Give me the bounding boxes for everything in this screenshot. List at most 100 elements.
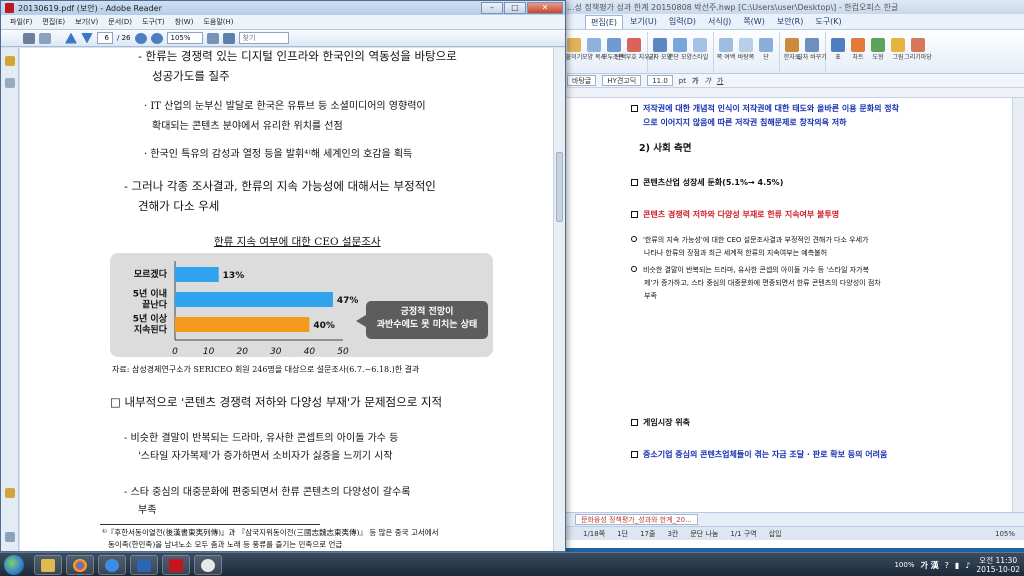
table-button[interactable]: 표 — [829, 32, 847, 61]
clock[interactable]: 오전 11:30 2015-10-02 — [976, 556, 1020, 574]
hwp-line-drama-1: 비슷한 결말이 반복되는 드라마, 유사한 콘셉의 아이돌 가수 등 '스타일 … — [631, 264, 999, 277]
zoom-out-icon[interactable] — [134, 32, 147, 44]
para-shape-icon — [673, 38, 687, 52]
zoom-status: 100% — [894, 561, 915, 569]
minimize-button[interactable]: – — [481, 2, 503, 14]
taskbar-acrobat[interactable] — [162, 555, 190, 575]
reader-menu-help[interactable]: 도움말(H) — [200, 17, 236, 27]
hancom-doc-tab[interactable]: 문화융성 정책평가_성과와 한계_20... — [575, 514, 698, 525]
status-break: 문단 나눔 — [690, 529, 719, 538]
category-label: 모르겠다 — [134, 268, 168, 280]
print-icon[interactable] — [23, 32, 35, 44]
reader-vertical-scrollbar[interactable] — [553, 48, 565, 551]
maximize-button[interactable]: □ — [504, 2, 526, 14]
drawing-button[interactable]: 그리기마당 — [904, 32, 932, 61]
find-input[interactable]: 찾기 — [238, 32, 289, 44]
reader-menu-edit[interactable]: 편집(E) — [39, 17, 68, 27]
fit-width-icon[interactable] — [222, 32, 235, 44]
attachment-icon[interactable] — [5, 532, 15, 542]
char-shape-button[interactable]: 글자 모양 — [648, 32, 672, 61]
taskbar-explorer[interactable] — [34, 555, 62, 575]
underline-button[interactable]: 가 — [717, 76, 723, 86]
reader-menu-view[interactable]: 보기(V) — [72, 17, 101, 27]
italic-button[interactable]: 가 — [704, 76, 710, 86]
fit-page-icon[interactable] — [206, 32, 219, 44]
hancom-zoom[interactable]: 105% — [995, 530, 1015, 538]
taskbar-messenger[interactable] — [194, 555, 222, 575]
taskbar-ie[interactable] — [98, 555, 126, 575]
para-shape-button[interactable]: 문단 모양 — [668, 32, 692, 61]
checkbox-bullet-icon — [631, 451, 638, 458]
hwp-line-1: 저작권에 대한 개념적 인식이 저작권에 대한 태도와 올바른 이용 문화의 정… — [631, 102, 999, 115]
style-icon — [693, 38, 707, 52]
hancom-menubar: 편집(E) 보기(U) 입력(D) 서식(J) 쪽(W) 보안(R) 도구(K) — [561, 14, 1024, 30]
checkbox-bullet-icon — [631, 419, 638, 426]
hancom-document[interactable]: 저작권에 대한 개념적 인식이 저작권에 대한 태도와 올바른 이용 문화의 정… — [561, 98, 1013, 512]
reader-menu-document[interactable]: 문서(D) — [105, 17, 135, 27]
chart-button[interactable]: 차트 — [849, 32, 867, 61]
checkbox-bullet-icon — [631, 211, 638, 218]
reader-menu-file[interactable]: 파일(F) — [7, 17, 35, 27]
pdf-line: - 한류는 경쟁력 있는 디지털 인프라와 한국인의 역동성을 바탕으로 — [138, 49, 457, 63]
comment-icon[interactable] — [5, 488, 15, 498]
format-copy-button[interactable]: 모양 복사 — [582, 32, 606, 61]
start-button[interactable] — [4, 555, 24, 575]
hancom-menu-edit[interactable]: 편집(E) — [585, 14, 624, 29]
status-section: 1/1 구역 — [730, 529, 757, 538]
pdf-line: - 그러나 각종 조사결과, 한류의 지속 가능성에 대해서는 부정적인 — [124, 179, 436, 193]
hwp-line-drama-3: 부족 — [644, 292, 657, 300]
hancom-status-bar: 1/18쪽 1단 17줄 3칸 문단 나눔 1/1 구역 삽입 105% — [561, 526, 1024, 540]
taskbar-chrome[interactable] — [66, 555, 94, 575]
close-button[interactable]: ✕ — [527, 2, 563, 14]
page-number-input[interactable]: 6 — [97, 32, 113, 44]
hancom-menu-tools[interactable]: 도구(K) — [810, 15, 846, 28]
shape-button[interactable]: 도형 — [869, 32, 887, 61]
hancom-menu-view[interactable]: 보기(U) — [625, 15, 662, 28]
network-icon[interactable]: ▮ — [955, 561, 959, 570]
style-button[interactable]: 스타일 — [691, 32, 709, 61]
paste-button[interactable]: 붙이기 — [565, 32, 583, 61]
hancom-format-bar: 바탕글 HY견고딕 11.0 pt 가 가 가 — [561, 74, 1024, 88]
zoom-in-icon[interactable] — [150, 32, 163, 44]
status-page: 1/18쪽 — [583, 529, 606, 538]
page-down-icon[interactable] — [81, 32, 93, 44]
email-icon[interactable] — [39, 32, 51, 44]
reader-menu-window[interactable]: 창(W) — [172, 17, 197, 27]
zoom-select[interactable]: 105% — [166, 32, 203, 44]
page-up-icon[interactable] — [65, 32, 77, 44]
master-page-icon — [739, 38, 753, 52]
scroll-thumb[interactable] — [556, 152, 563, 222]
hancom-vertical-scrollbar[interactable] — [1012, 98, 1024, 512]
margin-button[interactable]: 쪽 여백 — [717, 32, 735, 61]
hancom-menu-security[interactable]: 보안(R) — [772, 15, 809, 28]
bold-button[interactable]: 가 — [692, 76, 698, 86]
pdf-line: · IT 산업의 눈부신 발달로 한국은 유튜브 등 소셜미디어의 영향력이 — [144, 101, 426, 112]
pdf-page[interactable]: - 한류는 경쟁력 있는 디지털 인프라와 한국인의 역동성을 바탕으로 성공가… — [20, 48, 553, 551]
master-page-button[interactable]: 바탕쪽 — [737, 32, 755, 61]
lock-icon[interactable] — [5, 56, 15, 66]
hancom-menu-page[interactable]: 쪽(W) — [738, 15, 770, 28]
hwp-line-drama-2: 제'가 증가하고, 스타 중심의 대중문화에 편중되면서 한류 콘텐츠의 다양성… — [644, 279, 881, 287]
pdf-line: 확대되는 콘텐츠 분야에서 유리한 위치를 선점 — [152, 121, 343, 132]
pages-icon[interactable] — [5, 78, 15, 88]
replace-char-button[interactable]: 글자 바꾸기 — [797, 32, 827, 61]
font-size-field[interactable]: 11.0 — [647, 75, 673, 86]
help-icon[interactable]: ? — [945, 561, 949, 570]
column-button[interactable]: 단 — [757, 32, 775, 61]
clear-codes-button[interactable]: 조판 부호 지우기 — [613, 32, 655, 61]
ime-indicator[interactable]: 가 漢 — [920, 560, 938, 571]
hancom-menu-format[interactable]: 서식(J) — [703, 15, 736, 28]
style-select[interactable]: 바탕글 — [567, 75, 597, 86]
ie-icon — [105, 559, 119, 572]
volume-icon[interactable]: ♪ — [965, 561, 970, 570]
hwp-line-growth: 콘텐츠산업 성장세 둔화(5.1%→ 4.5%) — [631, 176, 999, 189]
hancom-ruler — [561, 88, 1024, 98]
reader-menu-tools[interactable]: 도구(T) — [139, 17, 168, 27]
pdf-line: 성공가도를 질주 — [152, 69, 230, 83]
status-mode[interactable]: 삽입 — [769, 529, 782, 539]
font-select[interactable]: HY견고딕 — [602, 75, 642, 86]
hancom-menu-insert[interactable]: 입력(D) — [664, 15, 701, 28]
taskbar-hancom[interactable] — [130, 555, 158, 575]
hwp-line-competitiveness: 콘텐츠 경쟁력 저하와 다양성 부재로 한류 지속여부 불투명 — [631, 208, 999, 221]
reader-titlebar[interactable]: 20130619.pdf (보안) - Adobe Reader – □ ✕ — [1, 1, 565, 15]
